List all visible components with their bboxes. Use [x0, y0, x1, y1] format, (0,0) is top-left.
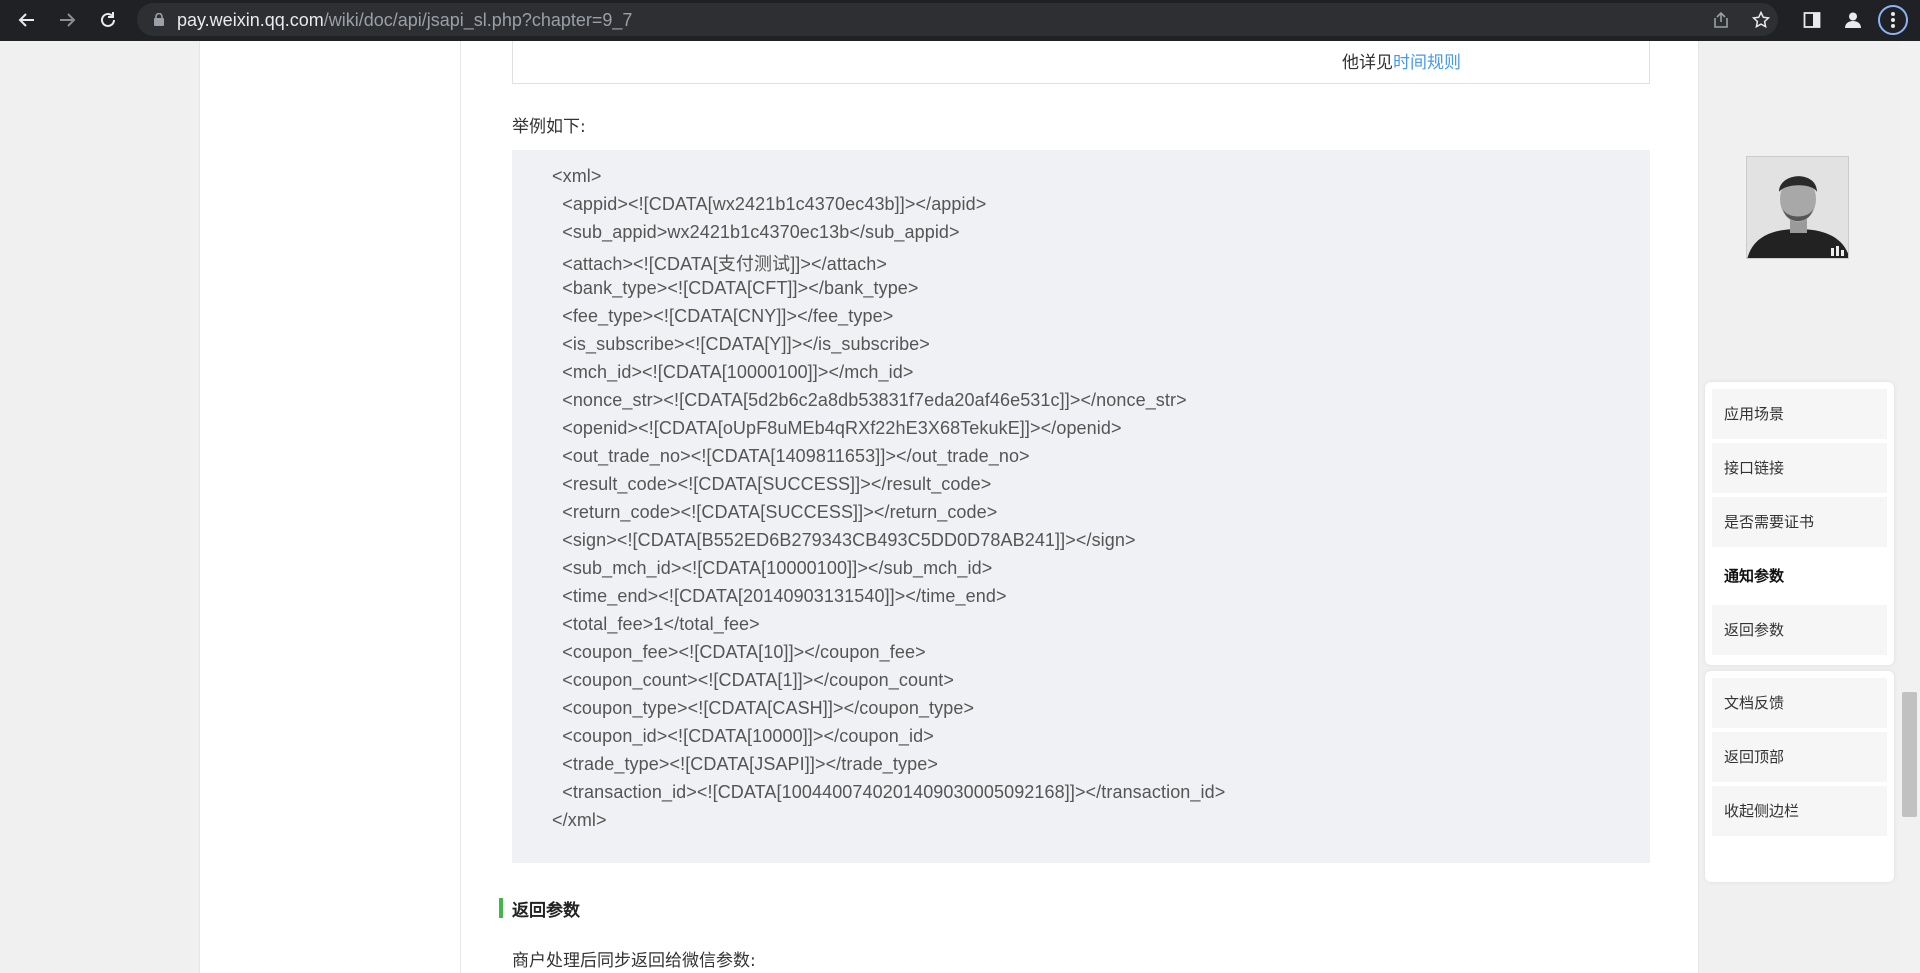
- code-line: <out_trade_no><![CDATA[1409811653]]></ou…: [552, 446, 1030, 466]
- example-label: 举例如下:: [512, 117, 586, 137]
- sidebar-nav-item[interactable]: 返回参数: [1712, 605, 1887, 655]
- xml-code-block: <xml> <appid><![CDATA[wx2421b1c4370ec43b…: [512, 150, 1650, 863]
- page-viewport: 他详见时间规则 举例如下: <xml> <appid><![CDATA[wx24…: [0, 41, 1920, 973]
- doc-tools-panel: 文档反馈 返回顶部 收起侧边栏: [1705, 671, 1894, 882]
- sidebar-nav-item[interactable]: 通知参数: [1712, 551, 1887, 601]
- section-title: 返回参数: [512, 900, 580, 921]
- code-line: <openid><![CDATA[oUpF8uMEb4qRXf22hE3X68T…: [552, 418, 1122, 438]
- code-line: <mch_id><![CDATA[10000100]]></mch_id>: [552, 362, 914, 382]
- side-panel-icon[interactable]: [1797, 5, 1827, 35]
- code-line: <coupon_id><![CDATA[10000]]></coupon_id>: [552, 726, 934, 746]
- sidebar-tool-item[interactable]: 文档反馈: [1712, 678, 1887, 728]
- code-line: <coupon_count><![CDATA[1]]></coupon_coun…: [552, 670, 955, 690]
- code-line: <fee_type><![CDATA[CNY]]></fee_type>: [552, 306, 894, 326]
- heading-accent-bar: [499, 898, 503, 918]
- table-cell-text: 他详见时间规则: [1342, 53, 1461, 73]
- code-line: <bank_type><![CDATA[CFT]]></bank_type>: [552, 278, 919, 298]
- code-line: <trade_type><![CDATA[JSAPI]]></trade_typ…: [552, 754, 938, 774]
- sidebar-tool-item[interactable]: 返回顶部: [1712, 732, 1887, 782]
- code-line: <return_code><![CDATA[SUCCESS]]></return…: [552, 502, 998, 522]
- lock-icon: [154, 13, 164, 26]
- code-line: <attach><![CDATA[支付测试]]></attach>: [552, 254, 887, 274]
- code-line: </xml>: [552, 810, 607, 830]
- code-line: <is_subscribe><![CDATA[Y]]></is_subscrib…: [552, 334, 930, 354]
- code-line: <coupon_type><![CDATA[CASH]]></coupon_ty…: [552, 698, 975, 718]
- sidebar-tool-item[interactable]: 收起侧边栏: [1712, 786, 1887, 836]
- code-line: <appid><![CDATA[wx2421b1c4370ec43b]]></a…: [552, 194, 987, 214]
- code-line: <sub_mch_id><![CDATA[10000100]]></sub_mc…: [552, 558, 993, 578]
- section-heading: 返回参数: [499, 898, 580, 921]
- doc-nav-panel: 应用场景 接口链接 是否需要证书 通知参数 返回参数: [1705, 382, 1894, 665]
- avatar[interactable]: [1746, 156, 1849, 259]
- params-table-tail: 他详见时间规则: [512, 41, 1650, 84]
- person-photo-icon: [1747, 157, 1848, 258]
- code-line: <xml>: [552, 166, 602, 186]
- back-arrow-icon: [18, 13, 34, 27]
- browser-toolbar: pay.weixin.qq.com/wiki/doc/api/jsapi_sl.…: [0, 0, 1920, 41]
- reload-button[interactable]: [92, 4, 124, 36]
- profile-icon[interactable]: [1838, 5, 1868, 35]
- share-icon[interactable]: [1708, 7, 1734, 33]
- content-divider: [460, 41, 461, 973]
- scrollbar-track[interactable]: [1899, 41, 1920, 973]
- back-button[interactable]: [11, 4, 43, 36]
- scrollbar-thumb[interactable]: [1902, 692, 1917, 817]
- code-line: <total_fee>1</total_fee>: [552, 614, 760, 634]
- code-line: <time_end><![CDATA[20140903131540]]></ti…: [552, 586, 1007, 606]
- code-line: <coupon_fee><![CDATA[10]]></coupon_fee>: [552, 642, 926, 662]
- sidebar-nav-item[interactable]: 应用场景: [1712, 389, 1887, 439]
- menu-kebab-icon[interactable]: [1878, 5, 1908, 35]
- code-line: <sub_appid>wx2421b1c4370ec13b</sub_appid…: [552, 222, 960, 242]
- sidebar-nav-item[interactable]: 接口链接: [1712, 443, 1887, 493]
- sidebar-nav-item[interactable]: 是否需要证书: [1712, 497, 1887, 547]
- time-rule-link[interactable]: 时间规则: [1393, 53, 1461, 73]
- code-line: <transaction_id><![CDATA[100440074020140…: [552, 782, 1226, 802]
- forward-button[interactable]: [51, 4, 83, 36]
- bookmark-star-icon[interactable]: [1748, 7, 1774, 33]
- code-line: <result_code><![CDATA[SUCCESS]]></result…: [552, 474, 992, 494]
- url-text: pay.weixin.qq.com/wiki/doc/api/jsapi_sl.…: [177, 10, 633, 30]
- code-line: <sign><![CDATA[B552ED6B279343CB493C5DD0D…: [552, 530, 1136, 550]
- reload-icon: [101, 12, 115, 27]
- forward-arrow-icon: [60, 13, 76, 27]
- address-bar[interactable]: pay.weixin.qq.com/wiki/doc/api/jsapi_sl.…: [137, 3, 1778, 36]
- section-description: 商户处理后同步返回给微信参数:: [512, 951, 756, 971]
- code-line: <nonce_str><![CDATA[5d2b6c2a8db53831f7ed…: [552, 390, 1187, 410]
